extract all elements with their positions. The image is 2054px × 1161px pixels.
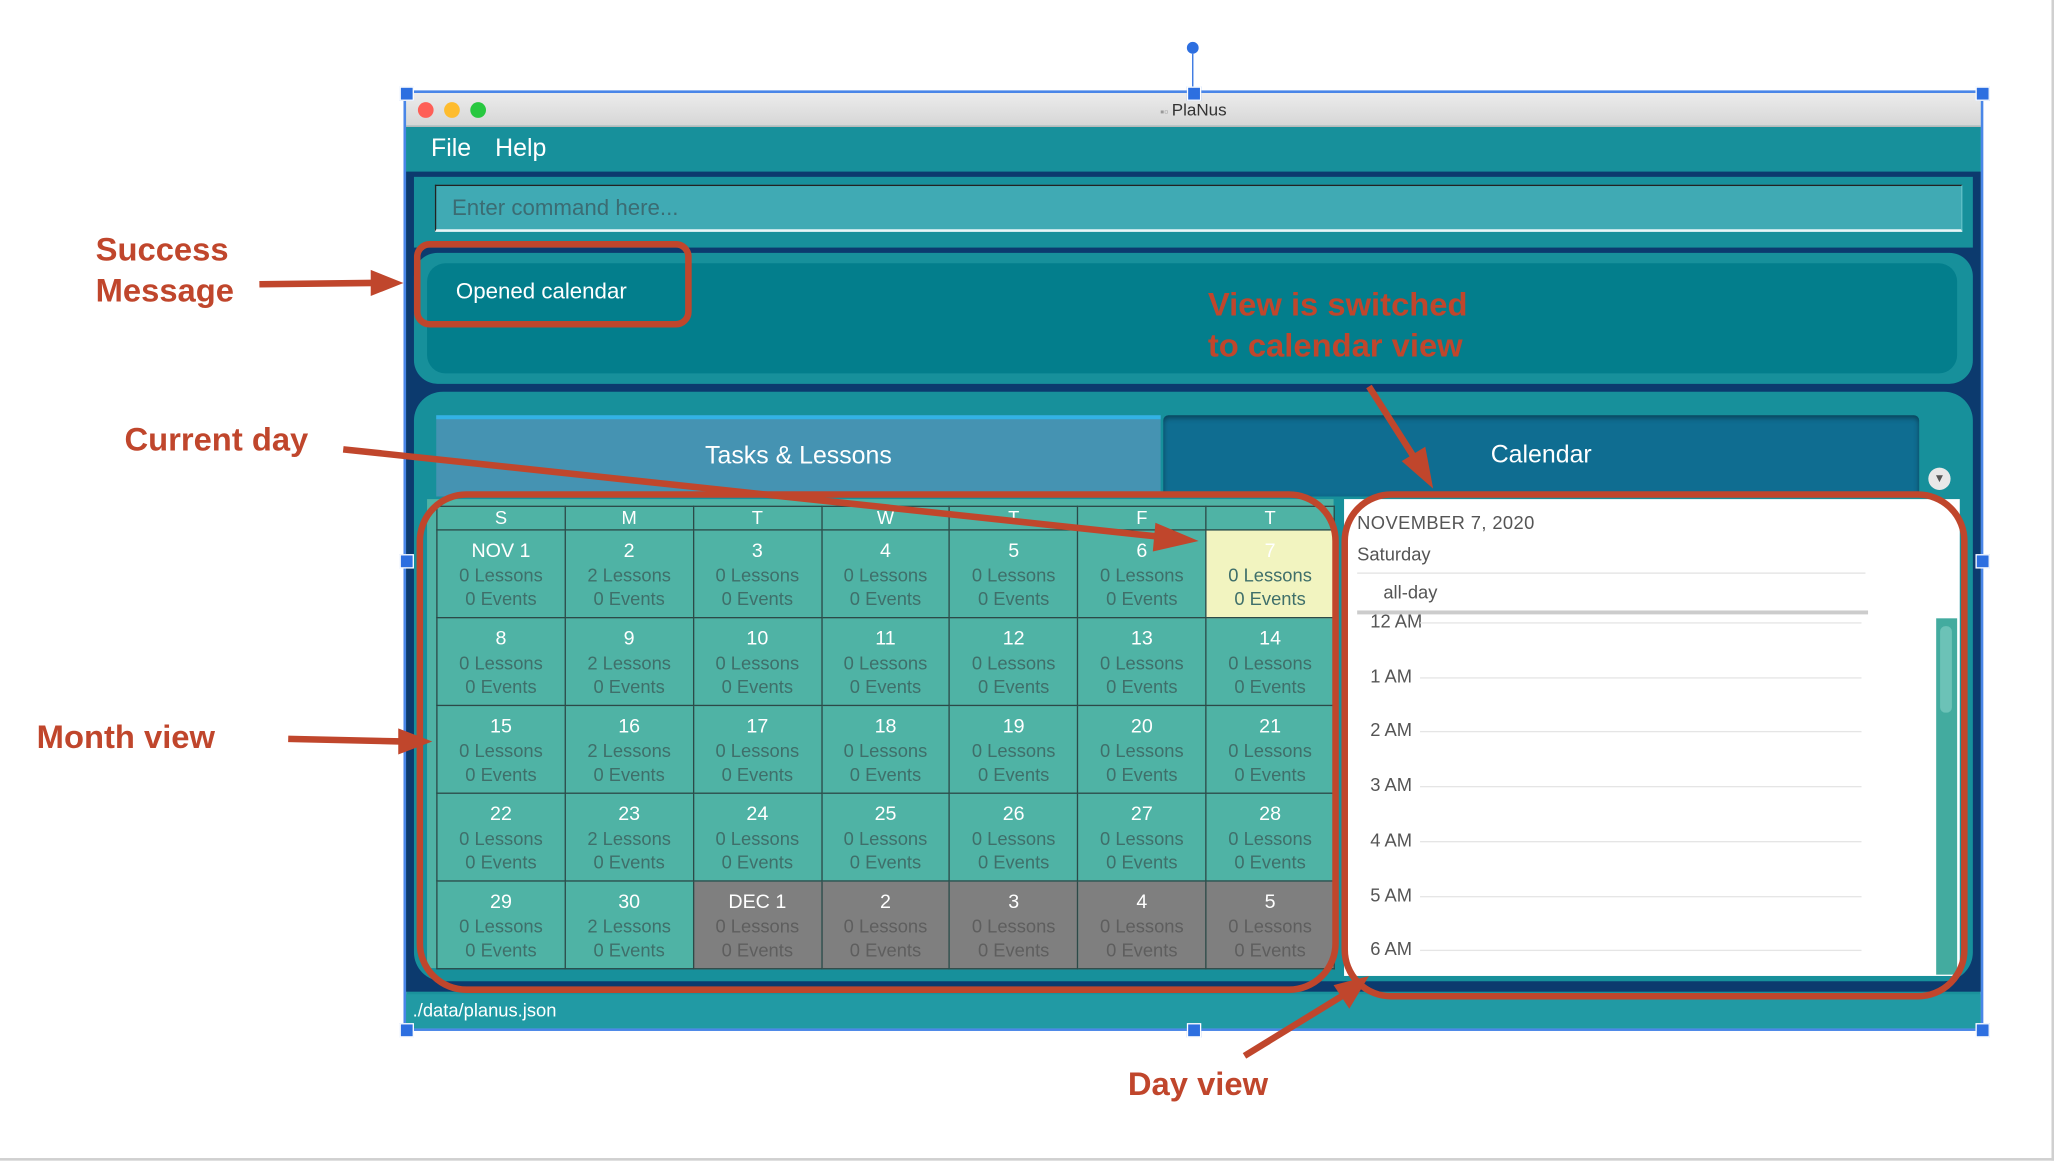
day-view-arrowhead <box>1333 975 1369 1009</box>
annotation-current-day: Current day <box>124 421 309 459</box>
annotation-month-view: Month view <box>36 719 215 756</box>
month-view-arrow <box>288 735 401 745</box>
success-arrowhead <box>370 269 404 297</box>
switched-arrow <box>1366 384 1418 461</box>
current-day-arrowhead <box>1152 522 1199 552</box>
annotation-arrows <box>259 269 1434 1059</box>
day-view-arrow <box>1242 992 1345 1059</box>
annotation-success-message: Success Message <box>95 231 234 310</box>
switched-arrowhead <box>1401 446 1434 489</box>
month-view-arrowhead <box>398 728 433 755</box>
slide-canvas: ▪▫ PlaNus File Help Enter command here..… <box>0 0 2054 1161</box>
annotation-view-switched: View is switched to calendar view <box>1207 286 1468 365</box>
current-day-arrow <box>342 446 1164 541</box>
annotation-day-view: Day view <box>1127 1066 1269 1104</box>
success-arrow <box>259 279 374 288</box>
